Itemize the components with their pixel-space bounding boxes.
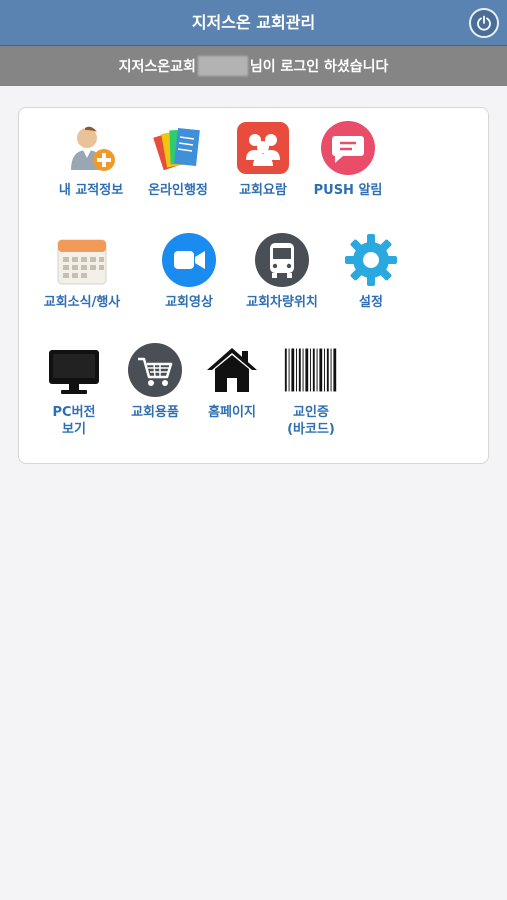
power-button[interactable] <box>469 8 499 38</box>
menu-panel: 내 교적정보 온라인행정 교회요람 PUSH 알림 교회소식/행사 교회영상 교… <box>18 107 489 464</box>
barcode-icon <box>284 348 337 392</box>
menu-pc-version[interactable]: PC버전 보기 <box>29 342 119 438</box>
menu-vehicle-location[interactable]: 교회차량위치 <box>237 232 327 311</box>
menu-label: PC버전 보기 <box>52 405 96 437</box>
user-add-icon <box>71 126 115 171</box>
bus-icon <box>255 233 309 287</box>
menu-label: 온라인행정 <box>148 183 208 198</box>
menu-label: 교회소식/행사 <box>43 295 121 310</box>
gear-icon <box>345 234 397 286</box>
menu-settings[interactable]: 설정 <box>326 232 416 311</box>
menu-label: 교회차량위치 <box>246 295 318 310</box>
chat-bubble-icon <box>321 121 375 175</box>
menu-church-video[interactable]: 교회영상 <box>144 232 234 311</box>
login-status-bar: 지저스온교회 님이 로그인 하셨습니다 <box>0 46 507 86</box>
menu-church-news[interactable]: 교회소식/행사 <box>37 232 127 311</box>
church-name: 지저스온교회 <box>118 59 196 75</box>
menu-homepage[interactable]: 홈페이지 <box>187 342 277 421</box>
menu-label: 교회요람 <box>239 183 287 198</box>
menu-online-admin[interactable]: 온라인행정 <box>133 120 223 199</box>
menu-label: 내 교적정보 <box>58 183 124 198</box>
menu-push-alarm[interactable]: PUSH 알림 <box>303 120 393 199</box>
menu-label: 설정 <box>359 295 383 310</box>
power-icon <box>477 15 491 31</box>
people-group-icon <box>237 122 289 174</box>
home-icon <box>207 348 257 392</box>
menu-church-directory[interactable]: 교회요람 <box>218 120 308 199</box>
menu-label: 홈페이지 <box>208 405 256 420</box>
menu-label: PUSH 알림 <box>313 183 383 198</box>
menu-member-barcode[interactable]: 교인증 (바코드) <box>266 342 356 438</box>
video-camera-icon <box>162 233 216 287</box>
documents-icon <box>153 127 200 171</box>
menu-label: 교회영상 <box>165 295 213 310</box>
shopping-cart-icon <box>128 343 182 397</box>
app-title: 지저스온 교회관리 <box>191 13 316 32</box>
calendar-icon <box>57 239 107 285</box>
menu-my-info[interactable]: 내 교적정보 <box>46 120 136 199</box>
menu-label: 교인증 (바코드) <box>287 405 335 437</box>
monitor-icon <box>49 350 99 394</box>
login-message: 님이 로그인 하셨습니다 <box>249 59 389 75</box>
app-header: 지저스온 교회관리 <box>0 0 507 46</box>
user-name-redacted <box>197 56 248 76</box>
